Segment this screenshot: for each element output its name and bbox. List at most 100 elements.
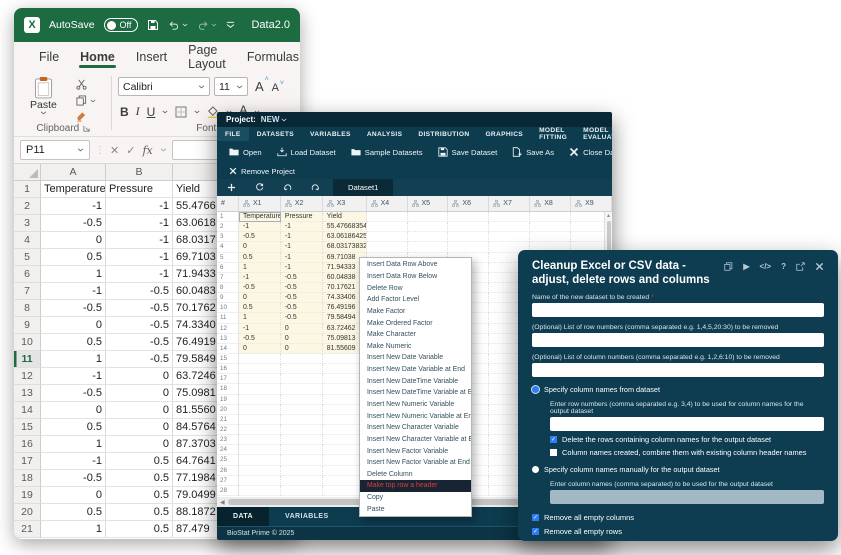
grid-row-number[interactable]: 19 [217,395,239,405]
grid-cell[interactable]: -0.5 [281,283,323,293]
cell-b14[interactable]: 0 [106,402,173,419]
radio-manual[interactable]: Specify column names manually for the ou… [532,465,824,474]
bottom-tab-data[interactable]: DATA [217,507,269,526]
grid-cell[interactable] [239,476,281,486]
excel-tab-home[interactable]: Home [79,45,116,69]
cell-b20[interactable]: 0.5 [106,504,173,521]
new-dataset-name-input[interactable] [532,303,824,317]
autosave-toggle[interactable]: Off [104,18,139,32]
grid-cell[interactable] [239,364,281,374]
grid-cell[interactable] [281,405,323,415]
checkbox-column-names-created-combine-them-with-e[interactable]: Column names created, combine them with … [550,448,824,457]
menu-item-delete-row[interactable]: Delete Row [360,282,471,294]
grid-cell[interactable]: 1 [239,313,281,323]
menu-item-insert-new-factor-variable[interactable]: Insert New Factor Variable [360,445,471,457]
radio-from-dataset[interactable]: Specify column names from dataset [532,385,824,394]
cut-button[interactable] [76,79,96,90]
grid-cell[interactable]: 0.5 [239,253,281,263]
cell-b10[interactable]: -0.5 [106,334,173,351]
row-header-18[interactable]: 18 [14,470,41,487]
menu-item-insert-new-datetime-variable[interactable]: Insert New DateTime Variable [360,375,471,387]
grid-cell[interactable]: 68.03173832 [323,242,367,252]
grid-index-header[interactable]: # [217,196,239,211]
grid-cell[interactable] [367,222,408,232]
grid-cell[interactable] [367,232,408,242]
grid-cell[interactable] [281,415,323,425]
grid-cell[interactable]: 0 [281,324,323,334]
cell-b5[interactable]: -1 [106,249,173,266]
grid-column-x1[interactable]: X1 [239,196,281,211]
grid-row-number[interactable]: 28 [217,486,239,496]
row-header-21[interactable]: 21 [14,521,41,538]
menu-item-insert-new-character-variable-at-end[interactable]: Insert New Character Variable at End [360,434,471,446]
cell-a8[interactable]: -0.5 [41,300,106,317]
row-header-2[interactable]: 2 [14,198,41,215]
toolbar-close-dataset-button[interactable]: Close Dataset [569,147,612,157]
menu-item-delete-column[interactable]: Delete Column [360,469,471,481]
cell-a18[interactable]: -0.5 [41,470,106,487]
menu-variables[interactable]: VARIABLES [302,127,359,141]
grid-cell[interactable] [408,222,449,232]
checkbox-remove-all-empty-columns[interactable]: ✓ Remove all empty columns [532,513,824,522]
row-header-1[interactable]: 1 [14,181,41,198]
grid-row-number[interactable]: 23 [217,435,239,445]
menu-item-insert-data-row-below[interactable]: Insert Data Row Below [360,271,471,283]
grid-cell[interactable]: -1 [239,324,281,334]
excel-tab-page-layout[interactable]: Page Layout [187,38,227,76]
redo-button[interactable] [197,20,217,31]
menu-item-make-character[interactable]: Make Character [360,329,471,341]
grid-cell[interactable] [239,455,281,465]
grid-column-x8[interactable]: X8 [530,196,571,211]
grid-cell[interactable] [281,364,323,374]
quick-access-more-button[interactable] [226,21,235,29]
cell-b1[interactable]: Pressure [106,181,173,198]
grid-cell[interactable] [281,476,323,486]
toolbar-open-button[interactable]: Open [229,147,262,157]
grid-cell[interactable]: -1 [239,273,281,283]
grid-row-number[interactable]: 27 [217,476,239,486]
grid-cell[interactable]: Pressure [281,212,323,222]
grid-cell[interactable] [408,212,449,222]
borders-button[interactable] [175,106,187,118]
grid-column-x9[interactable]: X9 [571,196,612,211]
grid-row-number[interactable]: 17 [217,374,239,384]
grid-cell[interactable] [281,486,323,496]
name-box[interactable]: P11 [20,140,90,160]
grid-column-x6[interactable]: X6 [448,196,489,211]
project-selector[interactable]: NEW [261,115,288,124]
grid-cell[interactable] [408,232,449,242]
grid-row-number[interactable]: 8 [217,283,239,293]
menu-item-add-factor-level[interactable]: Add Factor Level [360,294,471,306]
grid-cell[interactable] [281,354,323,364]
grid-row-number[interactable]: 22 [217,425,239,435]
grid-cell[interactable]: -0.5 [281,273,323,283]
toolbar-sample-datasets-button[interactable]: Sample Datasets [351,147,423,157]
row-header-17[interactable]: 17 [14,453,41,470]
grid-row-number[interactable]: 20 [217,405,239,415]
menu-file[interactable]: FILE [217,127,249,141]
cell-a21[interactable]: 1 [41,521,106,538]
grid-cell[interactable] [448,242,489,252]
menu-model-evaluation[interactable]: MODEL EVALUATION [575,127,612,141]
cell-b12[interactable]: 0 [106,368,173,385]
remove-project-button[interactable]: Remove Project [217,163,612,179]
grid-cell[interactable] [239,466,281,476]
grid-cell[interactable] [239,486,281,496]
remove-rows-input[interactable] [532,333,824,347]
grid-row-number[interactable]: 12 [217,324,239,334]
bold-button[interactable]: B [120,105,129,119]
grid-cell[interactable] [239,374,281,384]
insert-function-button[interactable]: fx [142,144,152,157]
cell-a20[interactable]: 0.5 [41,504,106,521]
row-header-12[interactable]: 12 [14,368,41,385]
grid-column-x5[interactable]: X5 [408,196,449,211]
menu-item-insert-data-row-above[interactable]: Insert Data Row Above [360,259,471,271]
toolbar-save-dataset-button[interactable]: Save Dataset [438,147,498,157]
bottom-tab-variables[interactable]: VARIABLES [269,507,345,526]
cell-b15[interactable]: 0 [106,419,173,436]
grid-column-x4[interactable]: X4 [367,196,408,211]
cell-b18[interactable]: 0.5 [106,470,173,487]
cell-a3[interactable]: -0.5 [41,215,106,232]
grid-cell[interactable] [367,242,408,252]
cell-a19[interactable]: 0 [41,487,106,504]
